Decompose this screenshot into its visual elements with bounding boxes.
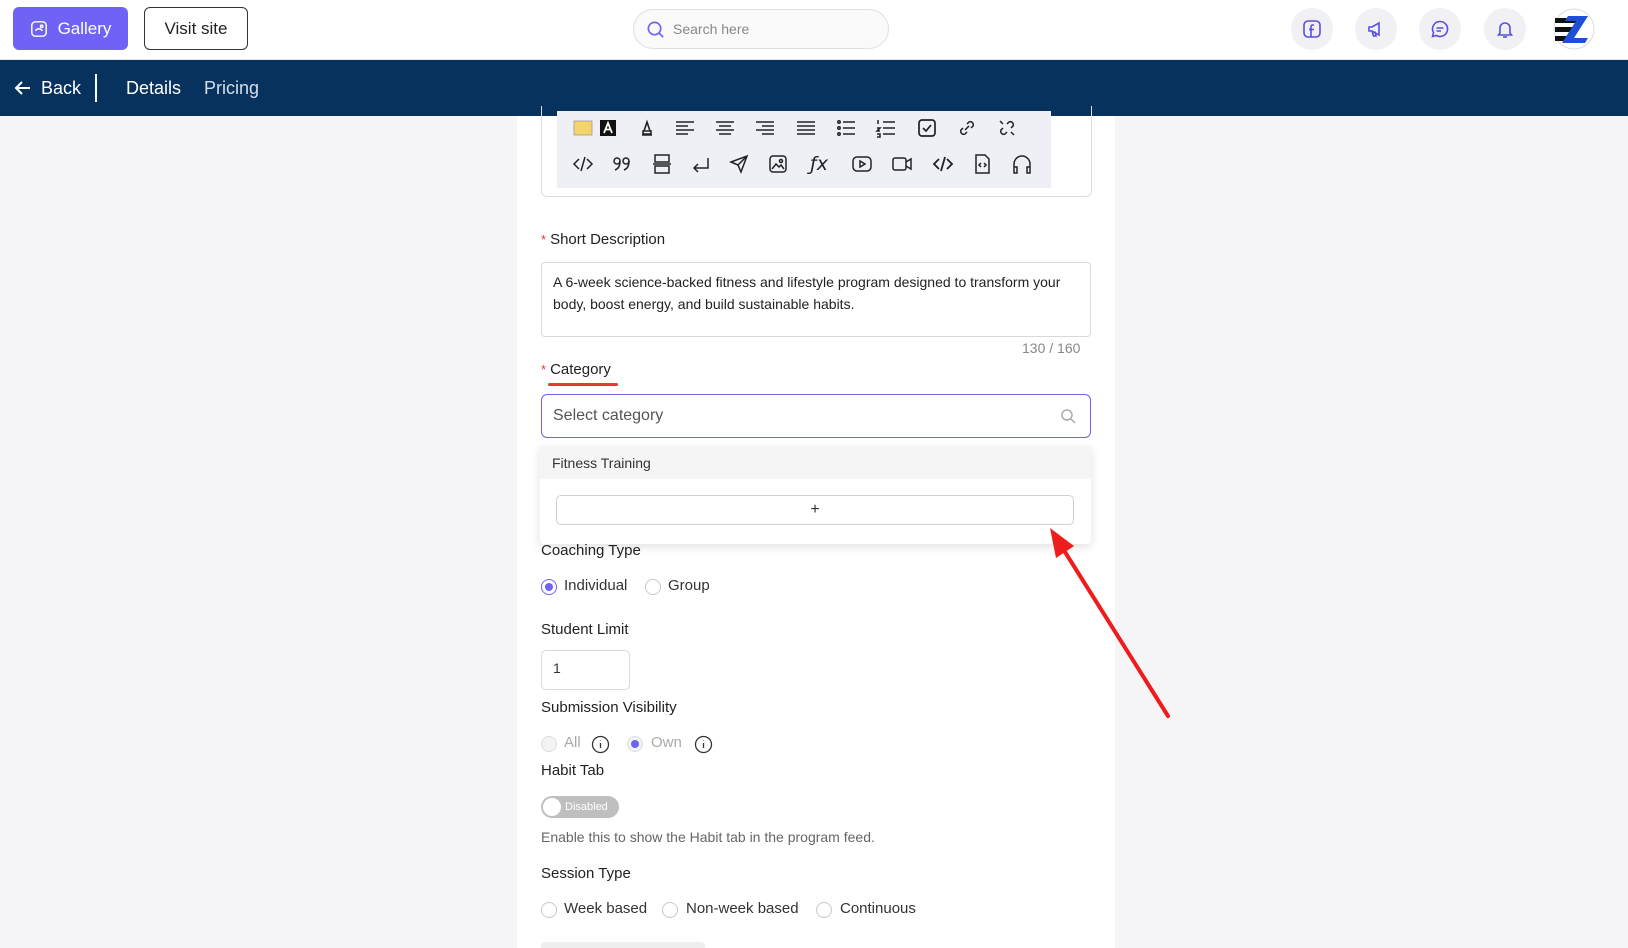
highlight-color-icon[interactable] [571,116,595,140]
page-break-icon[interactable] [650,152,674,176]
add-category-button[interactable]: + [556,495,1074,525]
embed-code-icon[interactable] [931,152,955,176]
radio-all[interactable] [541,736,557,752]
student-limit-input[interactable]: 1 [541,650,630,690]
annotation-arrow [1050,528,1170,718]
notifications-button[interactable] [1484,8,1526,50]
radio-continuous[interactable] [816,902,832,918]
visit-site-label: Visit site [164,18,228,38]
required-marker: * [541,232,547,247]
search-icon [647,21,664,38]
info-icon[interactable] [694,735,713,754]
category-label-text: Category [550,361,611,378]
camera-icon[interactable] [890,152,914,176]
gallery-button[interactable]: Gallery [13,7,128,50]
messages-button[interactable] [1419,8,1461,50]
radio-group[interactable] [645,579,661,595]
align-center-icon[interactable] [713,116,737,140]
back-button[interactable]: Back [13,60,81,116]
megaphone-icon [1368,21,1380,37]
chat-icon [1431,20,1449,38]
image-icon[interactable] [766,152,790,176]
radio-group-label: Group [668,577,710,594]
quote-icon[interactable] [610,152,634,176]
radio-individual[interactable] [541,579,557,595]
arrow-left-icon [14,81,30,95]
headphones-icon[interactable] [1010,152,1034,176]
radio-individual-label: Individual [564,577,628,594]
formula-icon[interactable]: ƒx [807,152,831,176]
short-description-textarea[interactable]: A 6-week science-backed fitness and life… [541,262,1091,337]
checklist-icon[interactable] [915,116,939,140]
tab-pricing[interactable]: Pricing [204,60,259,116]
short-description-label: * Short Description [541,231,665,248]
next-section-stub [541,942,705,948]
submission-visibility-label: Submission Visibility [541,699,677,716]
announcement-button[interactable] [1355,8,1397,50]
habit-tab-help: Enable this to show the Habit tab in the… [541,829,875,845]
category-dropdown: Fitness Training + [540,446,1091,544]
radio-non-week-based[interactable] [662,902,678,918]
student-limit-label: Student Limit [541,621,629,638]
radio-all-label: All [564,734,581,751]
radio-week-based[interactable] [541,902,557,918]
top-bar: Gallery Visit site [0,0,1628,60]
habit-tab-label: Habit Tab [541,762,605,779]
coaching-type-label: Coaching Type [541,542,641,559]
link-icon[interactable] [955,116,979,140]
back-label: Back [41,77,82,98]
nav-divider [95,74,97,102]
search-box[interactable] [633,9,889,49]
bullet-list-icon[interactable] [834,116,858,140]
radio-own-label: Own [651,734,682,751]
session-type-label: Session Type [541,865,631,882]
font-color-icon[interactable] [596,116,620,140]
radio-continuous-label: Continuous [840,900,916,917]
toggle-text: Disabled [565,801,608,813]
radio-own[interactable] [627,736,643,752]
code-icon[interactable] [571,152,595,176]
unlink-icon[interactable] [995,116,1019,140]
gallery-label: Gallery [57,18,112,38]
facebook-button[interactable] [1291,8,1333,50]
clear-format-icon[interactable] [635,116,659,140]
habit-tab-toggle[interactable]: Disabled [541,796,619,818]
info-icon[interactable] [591,735,610,754]
line-break-icon[interactable] [689,152,713,176]
file-code-icon[interactable] [970,152,994,176]
character-counter: 130 / 160 [1022,340,1081,356]
category-placeholder: Select category [553,407,664,424]
toggle-knob [543,798,561,816]
required-marker: * [541,362,547,377]
dropdown-option[interactable]: Fitness Training [540,446,1091,479]
category-label: * Category [541,361,611,378]
search-icon [1061,409,1076,424]
editor-toolbar: ƒx [557,111,1051,188]
search-input[interactable] [673,21,873,37]
brand-avatar-icon[interactable] [1553,8,1595,50]
facebook-icon [1303,20,1321,38]
radio-non-week-based-label: Non-week based [686,900,799,917]
bell-icon [1496,22,1514,38]
align-justify-icon[interactable] [794,116,818,140]
gallery-icon [30,20,47,37]
visit-site-button[interactable]: Visit site [144,7,248,50]
numbered-list-icon[interactable] [874,116,898,140]
align-left-icon[interactable] [673,116,697,140]
tab-details[interactable]: Details [126,60,181,116]
category-select[interactable]: Select category [541,394,1091,438]
short-description-label-text: Short Description [550,231,666,248]
video-icon[interactable] [850,152,874,176]
annotation-underline [548,383,618,386]
radio-week-based-label: Week based [564,900,648,917]
send-icon[interactable] [727,152,751,176]
align-right-icon[interactable] [753,116,777,140]
